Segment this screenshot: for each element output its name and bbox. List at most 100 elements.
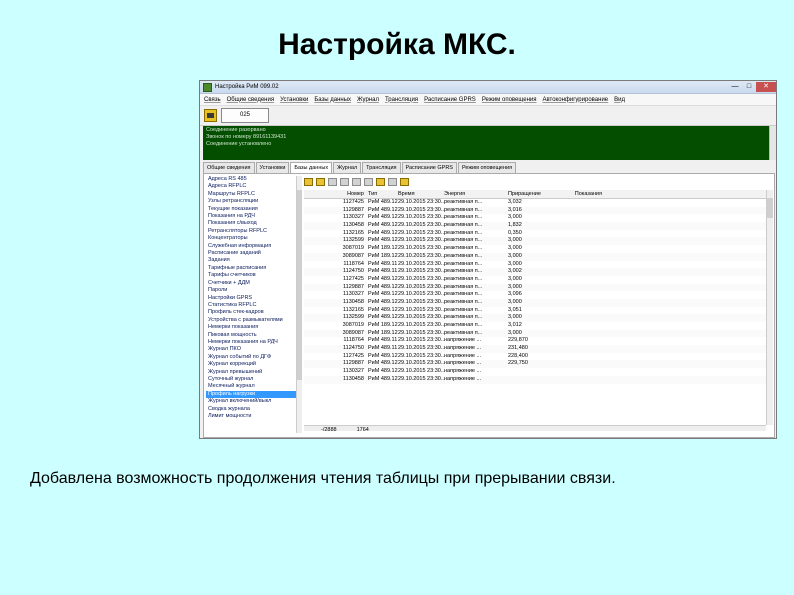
table-list-item[interactable]: Настройки GPRS xyxy=(206,295,296,302)
menu-item[interactable]: Трансляция xyxy=(385,97,418,103)
table-row[interactable]: 1132165 РиМ 489.12 29.10.2015 23:30... реак… xyxy=(304,307,766,315)
toolbar-button[interactable]: 025 xyxy=(221,108,269,123)
table-list-item[interactable]: Тарифные расписания xyxy=(206,265,296,272)
table-list-item[interactable]: Узлы ретрансляции xyxy=(206,198,296,205)
table-list-item[interactable]: Немерки показания на РДЧ xyxy=(206,339,296,346)
grid-tool-icon[interactable] xyxy=(352,178,361,186)
maximize-icon[interactable]: □ xyxy=(742,82,756,92)
menu-item[interactable]: Установки xyxy=(280,97,308,103)
table-list-item[interactable]: Задания xyxy=(206,257,296,264)
table-row[interactable]: 1130458 РиМ 489.12 29.10.2015 23:30... реак… xyxy=(304,222,766,230)
menu-item[interactable]: Режим оповещения xyxy=(482,97,537,103)
column-header[interactable]: Энергия xyxy=(444,190,508,198)
grid-tool-icon[interactable] xyxy=(364,178,373,186)
table-row[interactable]: 1127425 РиМ 489.12 29.10.2015 23:30... напр… xyxy=(304,353,766,361)
table-list-item[interactable]: Журнал событий по ДГФ xyxy=(206,354,296,361)
table-list-item[interactable]: Ретрансляторы RFPLC xyxy=(206,228,296,235)
table-list-item[interactable]: Лимит мощности xyxy=(206,413,296,420)
table-list-item[interactable]: Профиль нагрузки xyxy=(206,390,296,399)
table-row[interactable]: 1118764 РиМ 489.11 29.10.2015 23:30... реак… xyxy=(304,261,766,269)
data-grid: Номер Тип Время Энергия Приращение Показания 1… xyxy=(304,190,766,425)
table-row[interactable]: 1130327 РиМ 489.12 29.10.2015 23:30... напр… xyxy=(304,368,766,376)
table-list-item[interactable]: Месячный журнал xyxy=(206,383,296,390)
tab[interactable]: Установки xyxy=(255,162,290,173)
stop-icon[interactable] xyxy=(376,178,385,186)
table-list-item[interactable]: Служебная информация xyxy=(206,243,296,250)
table-list-item[interactable]: Текущие показания xyxy=(206,206,296,213)
grid-scrollbar[interactable] xyxy=(766,190,773,425)
tab[interactable]: Общие сведения xyxy=(203,162,255,173)
table-list-item[interactable]: Показания с/выход xyxy=(206,220,296,227)
tab[interactable]: Журнал xyxy=(333,162,362,173)
table-list-item[interactable]: Пиковая мощность xyxy=(206,332,296,339)
table-row[interactable]: 1118764 РиМ 489.11 29.10.2015 23:30... напр… xyxy=(304,337,766,345)
menu-item[interactable]: Расписание GPRS xyxy=(424,97,476,103)
table-list-item[interactable]: Журнал включений/выкл xyxy=(206,398,296,405)
connect-icon[interactable] xyxy=(204,109,217,122)
log-scrollbar[interactable] xyxy=(769,126,776,160)
table-list-item[interactable]: Журнал ПКО xyxy=(206,346,296,353)
table-row[interactable]: 3089087 РиМ 189.12 29.10.2015 23:30... реак… xyxy=(304,252,766,261)
menu-item[interactable]: Вид xyxy=(614,97,625,103)
table-row[interactable]: 3087019 РиМ 189.12 29.10.2015 23:30... реак… xyxy=(304,245,766,253)
tab[interactable]: Трансляция xyxy=(362,162,401,173)
table-list-item[interactable]: Суточный журнал xyxy=(206,376,296,383)
table-list-item[interactable]: Журнал коррекций xyxy=(206,361,296,368)
table-row[interactable]: 1129887 РиМ 489.12 29.10.2015 23:30... реак… xyxy=(304,283,766,292)
table-list-item[interactable]: Пароли xyxy=(206,287,296,294)
tab[interactable]: Режим оповещения xyxy=(457,162,517,173)
table-list-item[interactable]: Счетчики + ДДМ xyxy=(206,280,296,287)
table-cell xyxy=(562,299,608,307)
table-list-item[interactable]: Немерки показания xyxy=(206,324,296,331)
table-row[interactable]: 1129887 РиМ 489.12 29.10.2015 23:30... реак… xyxy=(304,206,766,215)
table-list-item[interactable]: Журнал превышений xyxy=(206,369,296,376)
column-header[interactable]: Тип xyxy=(368,190,398,198)
column-header[interactable]: Время xyxy=(398,190,444,198)
table-list-item[interactable]: Концентраторы xyxy=(206,235,296,242)
table-row[interactable]: 1127425 РиМ 489.12 29.10.2015 23:30... реак… xyxy=(304,199,766,207)
title-bar[interactable]: Настройка РиМ 099.02 — □ ✕ xyxy=(200,81,776,94)
table-row[interactable]: 1130327 РиМ 489.12 29.10.2015 23:30... реак… xyxy=(304,291,766,299)
menu-item[interactable]: Базы данных xyxy=(314,97,351,103)
grid-tool-icon[interactable] xyxy=(340,178,349,186)
download-icon[interactable] xyxy=(304,178,313,186)
table-row[interactable]: 1132599 РиМ 489.12 29.10.2015 23:30... реак… xyxy=(304,314,766,322)
table-list-item[interactable]: Расписание заданий xyxy=(206,250,296,257)
column-header[interactable]: Номер xyxy=(312,190,368,198)
table-row[interactable]: 1124750 РиМ 489.11 29.10.2015 23:30... реак… xyxy=(304,268,766,276)
upload-icon[interactable] xyxy=(316,178,325,186)
menu-item[interactable]: Общие сведения xyxy=(227,97,274,103)
table-list-item[interactable]: Профиль стек-кадров xyxy=(206,309,296,316)
table-row[interactable]: 1127425 РиМ 489.12 29.10.2015 23:30... реак… xyxy=(304,276,766,284)
table-list-item[interactable]: Статистика RFPLC xyxy=(206,302,296,309)
table-list-item[interactable]: Маршруты RFPLC xyxy=(206,191,296,198)
close-icon[interactable]: ✕ xyxy=(756,82,776,92)
menu-item[interactable]: Журнал xyxy=(357,97,379,103)
table-row[interactable]: 1130458 РиМ 489.12 29.10.2015 23:30... реак… xyxy=(304,298,766,307)
table-row[interactable]: 1132165 РиМ 489.12 29.10.2015 23:30... реак… xyxy=(304,230,766,238)
grid-tool-icon[interactable] xyxy=(388,178,397,186)
table-row[interactable]: 1132599 РиМ 489.12 29.10.2015 23:30... реак… xyxy=(304,237,766,246)
table-list-item[interactable]: Адреса RS 485 xyxy=(206,176,296,183)
grid-tool-icon[interactable] xyxy=(328,178,337,186)
minimize-icon[interactable]: — xyxy=(728,82,742,92)
table-cell xyxy=(508,368,562,376)
table-list-item[interactable]: Тарифы счетчиков xyxy=(206,272,296,279)
tab[interactable]: Расписание GPRS xyxy=(401,162,457,173)
table-row[interactable]: 1124750 РиМ 489.11 29.10.2015 23:30... напр… xyxy=(304,345,766,353)
table-row[interactable]: 1129887 РиМ 489.12 29.10.2015 23:30... напр… xyxy=(304,360,766,369)
table-row[interactable]: 1130327 РиМ 489.12 29.10.2015 23:30... реак… xyxy=(304,214,766,222)
table-list-scrollbar[interactable] xyxy=(296,176,302,433)
table-row[interactable]: 3087019 РиМ 189.12 29.10.2015 23:30... реак… xyxy=(304,322,766,330)
table-row[interactable]: 3089087 РиМ 189.12 29.10.2015 23:30... реак… xyxy=(304,329,766,338)
table-row[interactable]: 1130458 РиМ 489.12 29.10.2015 23:30... напр… xyxy=(304,375,766,384)
table-list-item[interactable]: Показания на РДЧ xyxy=(206,213,296,220)
table-list-item[interactable]: Адреса RFPLC xyxy=(206,183,296,190)
menu-item[interactable]: Связь xyxy=(204,97,221,103)
table-list-item[interactable]: Устройства с размыкателями xyxy=(206,317,296,324)
column-header[interactable]: Приращение xyxy=(508,190,562,198)
menu-item[interactable]: Автоконфигурирование xyxy=(542,97,608,103)
column-header[interactable]: Показания xyxy=(562,190,608,198)
table-list-item[interactable]: Сводка журнала xyxy=(206,406,296,413)
export-icon[interactable] xyxy=(400,178,409,186)
